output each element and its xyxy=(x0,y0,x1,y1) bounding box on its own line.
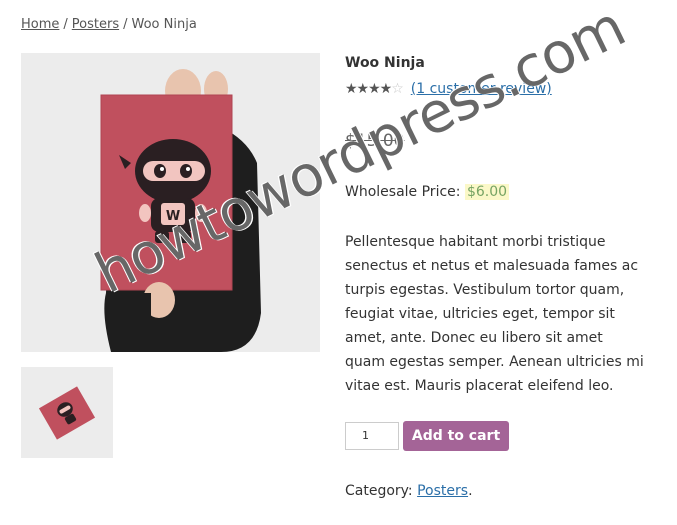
breadcrumb-category-link[interactable]: Posters xyxy=(72,17,119,32)
regular-price: $15.00 xyxy=(345,131,405,151)
breadcrumb-separator: / xyxy=(63,17,68,32)
category-label: Category: xyxy=(345,483,413,499)
add-to-cart-button[interactable]: Add to cart xyxy=(403,421,509,451)
wholesale-price-value: $6.00 xyxy=(464,184,510,200)
product-title: Woo Ninja xyxy=(345,55,425,71)
star-rating-icon: ★★★★☆ xyxy=(345,81,404,97)
poster-photo: W xyxy=(21,53,320,352)
product-thumbnail[interactable] xyxy=(21,367,113,458)
wholesale-price: Wholesale Price: $6.00 xyxy=(345,184,510,200)
product-category: Category: Posters. xyxy=(345,483,473,499)
filled-stars: ★★★★ xyxy=(345,81,392,97)
breadcrumb-current: Woo Ninja xyxy=(131,17,197,32)
product-main-image[interactable]: W xyxy=(21,53,320,352)
category-end: . xyxy=(468,483,473,499)
product-rating: ★★★★☆ (1 customer review) xyxy=(345,81,552,97)
wholesale-label: Wholesale Price: xyxy=(345,184,461,200)
product-description: Pellentesque habitant morbi tristique se… xyxy=(345,234,644,394)
breadcrumb-separator: / xyxy=(123,17,128,32)
category-link[interactable]: Posters xyxy=(417,483,468,499)
breadcrumb: Home / Posters / Woo Ninja xyxy=(21,17,197,32)
empty-star: ☆ xyxy=(391,81,404,97)
quantity-input[interactable]: 1 xyxy=(345,422,399,450)
thumbnail-image xyxy=(21,367,113,458)
breadcrumb-home-link[interactable]: Home xyxy=(21,17,59,32)
customer-review-link[interactable]: (1 customer review) xyxy=(411,81,552,97)
poster-letter: W xyxy=(166,209,180,224)
